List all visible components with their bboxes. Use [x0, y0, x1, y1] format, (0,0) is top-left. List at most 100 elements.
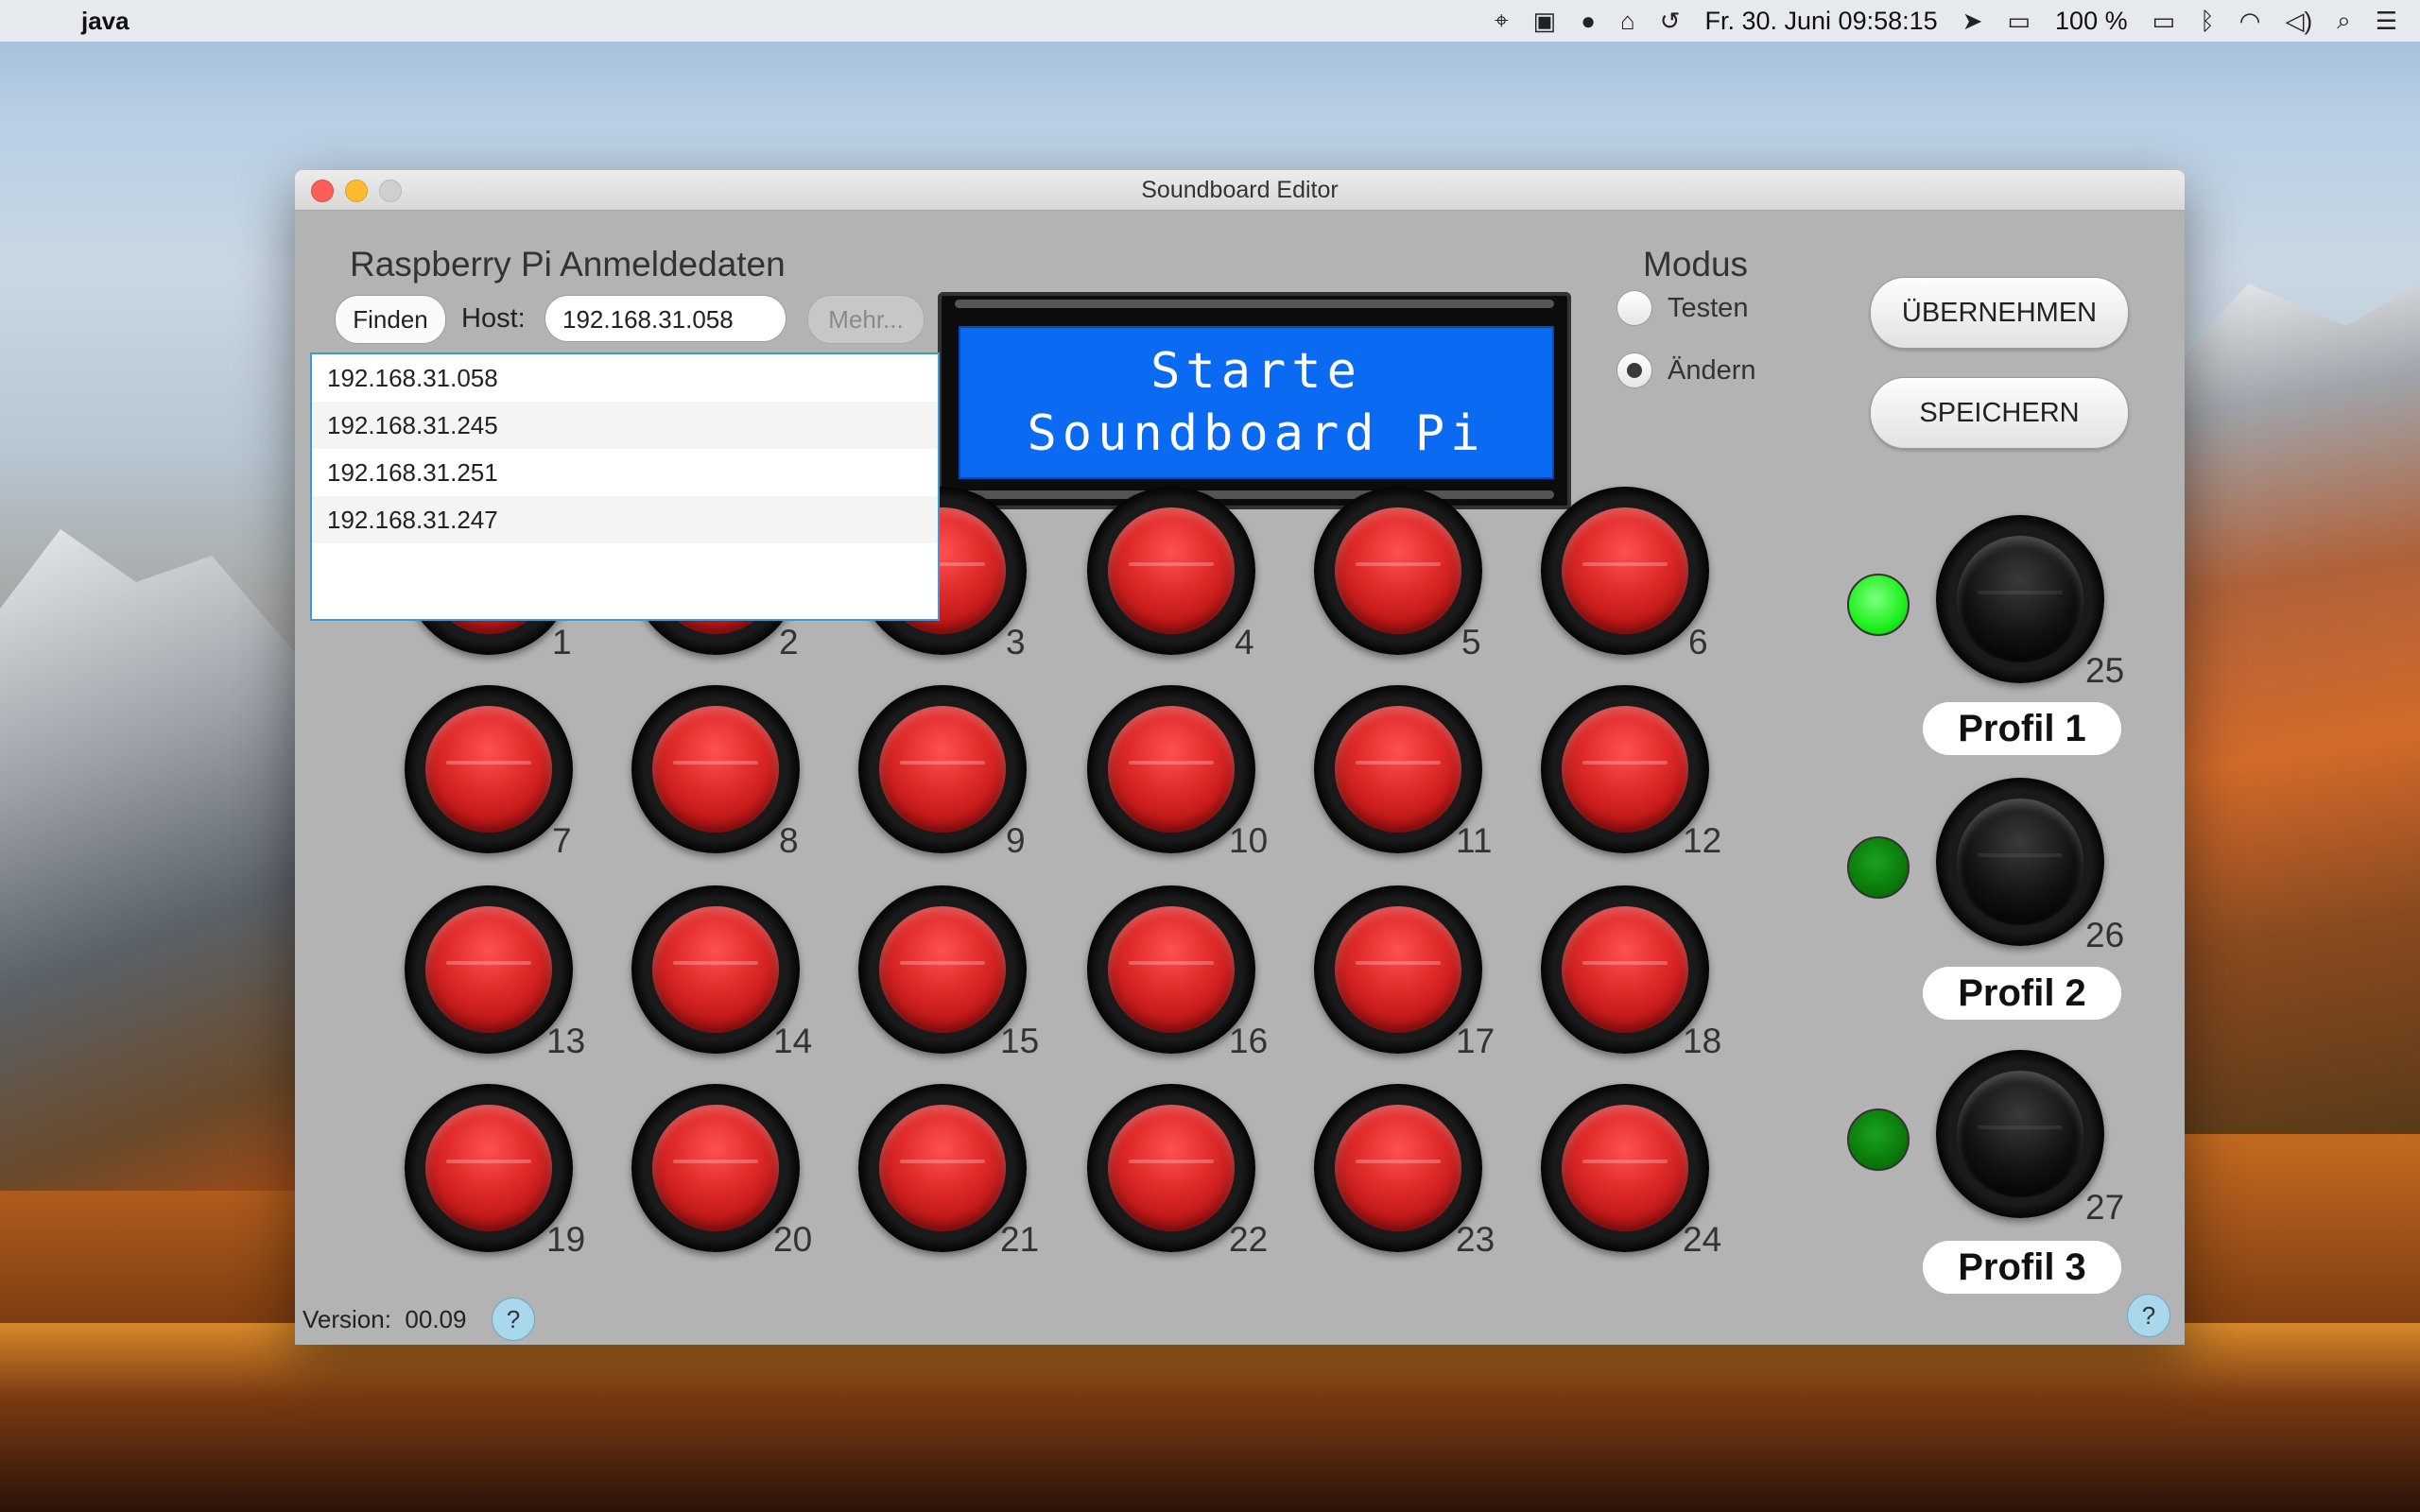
sound-button-5[interactable]: [1314, 487, 1482, 655]
button-number: 18: [1683, 1022, 1722, 1060]
modus-title: Modus: [1643, 245, 1749, 284]
profile-1-label[interactable]: Profil 1: [1923, 702, 2121, 755]
button-number: 14: [773, 1022, 813, 1060]
version-label: Version:: [302, 1305, 391, 1333]
sound-button-6[interactable]: [1541, 487, 1709, 655]
location-icon[interactable]: ⌖: [1495, 6, 1509, 36]
lcd-line-1: Starte: [1150, 343, 1362, 400]
close-window-button[interactable]: [311, 180, 334, 202]
profile-button-25[interactable]: [1936, 515, 2104, 683]
profile-2-label[interactable]: Profil 2: [1923, 967, 2121, 1020]
button-number: 13: [546, 1022, 586, 1060]
location-arrow-icon[interactable]: ➤: [1962, 7, 1983, 36]
button-number: 23: [1456, 1220, 1495, 1259]
time-machine-icon[interactable]: ↺: [1660, 7, 1681, 36]
button-number: 11: [1456, 821, 1493, 860]
host-label: Host:: [461, 303, 526, 334]
radio-label: Ändern: [1668, 354, 1756, 386]
button-number: 22: [1229, 1220, 1269, 1259]
circle-icon[interactable]: ●: [1581, 7, 1596, 36]
radio-aendern[interactable]: Ändern: [1616, 352, 1756, 388]
sound-button-8[interactable]: [631, 685, 800, 853]
button-number: 27: [2085, 1188, 2125, 1227]
lcd-line-2: Soundboard Pi: [1027, 405, 1486, 462]
desktop-mountain-left: [0, 529, 302, 1191]
version-value: 00.09: [405, 1305, 467, 1333]
button-number: 7: [552, 821, 572, 860]
button-number: 2: [779, 623, 799, 662]
desktop-lake: [0, 1323, 2420, 1512]
window-content: Raspberry Pi Anmeldedaten Finden Host: 1…: [295, 211, 2185, 1345]
button-number: 20: [773, 1220, 813, 1259]
help-button-right[interactable]: ?: [2127, 1294, 2170, 1337]
host-dropdown-list[interactable]: 192.168.31.058 192.168.31.245 192.168.31…: [310, 352, 940, 621]
volume-icon[interactable]: ◁): [2285, 7, 2312, 36]
airplay-display-icon[interactable]: ▣: [1533, 7, 1557, 36]
lcd-rail-top: [955, 300, 1554, 308]
status-area: ⌖ ▣ ● ⌂ ↺ Fr. 30. Juni 09:58:15 ➤ ▭ 100 …: [1495, 0, 2397, 42]
button-number: 26: [2085, 916, 2125, 954]
battery-icon[interactable]: ▭: [2152, 7, 2176, 36]
sound-button-7[interactable]: [405, 685, 573, 853]
search-icon[interactable]: ⌕: [2337, 6, 2351, 36]
lcd-display: Starte Soundboard Pi: [938, 292, 1571, 509]
radio-circle[interactable]: [1616, 290, 1652, 326]
profile-2-led: [1847, 836, 1910, 899]
radio-circle-selected[interactable]: [1616, 352, 1652, 388]
profile-button-27[interactable]: [1936, 1050, 2104, 1218]
host-option[interactable]: 192.168.31.245: [312, 402, 938, 449]
button-number: 21: [1000, 1220, 1040, 1259]
button-number: 4: [1235, 623, 1254, 662]
help-button-left[interactable]: ?: [492, 1297, 535, 1341]
lcd-rail-bottom: [955, 490, 1554, 499]
profile-3-led: [1847, 1108, 1910, 1171]
button-number: 1: [552, 623, 572, 662]
title-bar[interactable]: Soundboard Editor: [295, 170, 2185, 211]
wifi-icon[interactable]: ◠: [2239, 7, 2261, 36]
button-number: 15: [1000, 1022, 1040, 1060]
train-icon[interactable]: ⌂: [1620, 7, 1635, 36]
button-number: 16: [1229, 1022, 1269, 1060]
button-number: 10: [1229, 821, 1269, 860]
desktop-mountain-right: [2174, 284, 2420, 1134]
battery-percent[interactable]: 100 %: [2055, 7, 2128, 36]
version-info: Version: 00.09: [302, 1305, 466, 1334]
credentials-heading: Raspberry Pi Anmeldedaten: [350, 245, 786, 284]
host-option[interactable]: 192.168.31.058: [312, 354, 938, 402]
radio-testen[interactable]: Testen: [1616, 290, 1748, 326]
menu-bar: java ⌖ ▣ ● ⌂ ↺ Fr. 30. Juni 09:58:15 ➤ ▭…: [0, 0, 2420, 42]
minimize-window-button[interactable]: [345, 180, 368, 202]
button-number: 25: [2085, 651, 2125, 690]
window-title: Soundboard Editor: [1141, 177, 1339, 203]
button-number: 19: [546, 1220, 586, 1259]
button-number: 12: [1683, 821, 1722, 860]
save-button[interactable]: SPEICHERN: [1870, 377, 2129, 449]
soundboard-editor-window: Soundboard Editor Raspberry Pi Anmeldeda…: [295, 170, 2185, 1345]
airplay-icon[interactable]: ▭: [2007, 7, 2031, 36]
host-option[interactable]: 192.168.31.251: [312, 449, 938, 496]
button-number: 8: [779, 821, 799, 860]
app-menu-java[interactable]: java: [81, 7, 130, 36]
profile-button-26[interactable]: [1936, 778, 2104, 946]
list-icon[interactable]: ☰: [2376, 7, 2397, 36]
host-option[interactable]: 192.168.31.247: [312, 496, 938, 543]
radio-label: Testen: [1668, 292, 1749, 323]
host-combobox[interactable]: 192.168.31.058: [544, 295, 786, 342]
bluetooth-icon[interactable]: ᛒ: [2200, 7, 2215, 36]
profile-3-label[interactable]: Profil 3: [1923, 1241, 2121, 1294]
sound-button-9[interactable]: [858, 685, 1027, 853]
button-number: 24: [1683, 1220, 1722, 1259]
profile-1-led: [1847, 574, 1910, 636]
zoom-window-button[interactable]: [379, 180, 402, 202]
sound-button-4[interactable]: [1087, 487, 1255, 655]
find-button[interactable]: Finden: [335, 295, 446, 344]
button-number: 3: [1006, 623, 1026, 662]
apply-button[interactable]: ÜBERNEHMEN: [1870, 277, 2129, 349]
more-button[interactable]: Mehr...: [807, 295, 925, 344]
clock[interactable]: Fr. 30. Juni 09:58:15: [1704, 7, 1937, 36]
button-number: 5: [1461, 623, 1481, 662]
button-number: 6: [1688, 623, 1708, 662]
button-number: 9: [1006, 821, 1026, 860]
lcd-screen: Starte Soundboard Pi: [959, 326, 1554, 479]
button-number: 17: [1456, 1022, 1495, 1060]
